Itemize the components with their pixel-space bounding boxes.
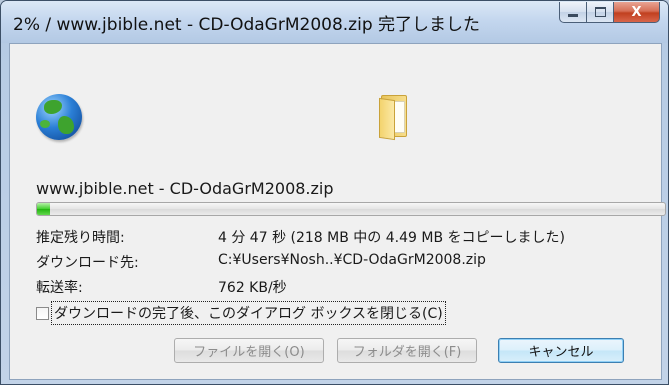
download-progress-bar bbox=[36, 202, 666, 216]
download-progress-fill bbox=[37, 203, 50, 215]
detail-value: C:¥Users¥Nosh..¥CD-OdaGrM2008.zip bbox=[218, 252, 486, 268]
download-dialog-window: 2% / www.jbible.net - CD-OdaGrM2008.zip … bbox=[0, 0, 669, 385]
close-button[interactable]: X bbox=[614, 2, 660, 23]
maximize-icon bbox=[594, 7, 606, 17]
maximize-button[interactable] bbox=[587, 2, 614, 23]
close-when-done-label[interactable]: ダウンロードの完了後、このダイアログ ボックスを閉じる(C) bbox=[51, 301, 446, 325]
detail-value: 762 KB/秒 bbox=[218, 280, 287, 296]
open-file-button[interactable]: ファイルを開く(O) bbox=[174, 338, 324, 363]
close-icon: X bbox=[631, 4, 642, 20]
close-when-done-option[interactable]: ダウンロードの完了後、このダイアログ ボックスを閉じる(C) bbox=[36, 301, 446, 325]
caption-buttons: X bbox=[559, 2, 660, 24]
dialog-body: www.jbible.net - CD-OdaGrM2008.zip 推定残り時… bbox=[9, 43, 666, 380]
close-when-done-checkbox[interactable] bbox=[36, 306, 49, 320]
minimize-button[interactable] bbox=[559, 2, 587, 23]
detail-key: 推定残り時間: bbox=[36, 230, 125, 246]
window-title: 2% / www.jbible.net - CD-OdaGrM2008.zip … bbox=[13, 15, 481, 35]
title-bar[interactable]: 2% / www.jbible.net - CD-OdaGrM2008.zip … bbox=[1, 1, 668, 43]
detail-key: ダウンロード先: bbox=[36, 255, 139, 271]
globe-icon bbox=[36, 94, 82, 140]
minimize-icon bbox=[568, 13, 578, 17]
detail-value: 4 分 47 秒 (218 MB 中の 4.49 MB をコピーしました) bbox=[218, 230, 565, 246]
open-folder-button[interactable]: フォルダを開く(F) bbox=[337, 338, 477, 363]
detail-key: 転送率: bbox=[36, 280, 83, 296]
download-source-label: www.jbible.net - CD-OdaGrM2008.zip bbox=[36, 179, 334, 198]
folder-icon bbox=[377, 95, 411, 141]
cancel-button[interactable]: キャンセル bbox=[498, 338, 624, 363]
